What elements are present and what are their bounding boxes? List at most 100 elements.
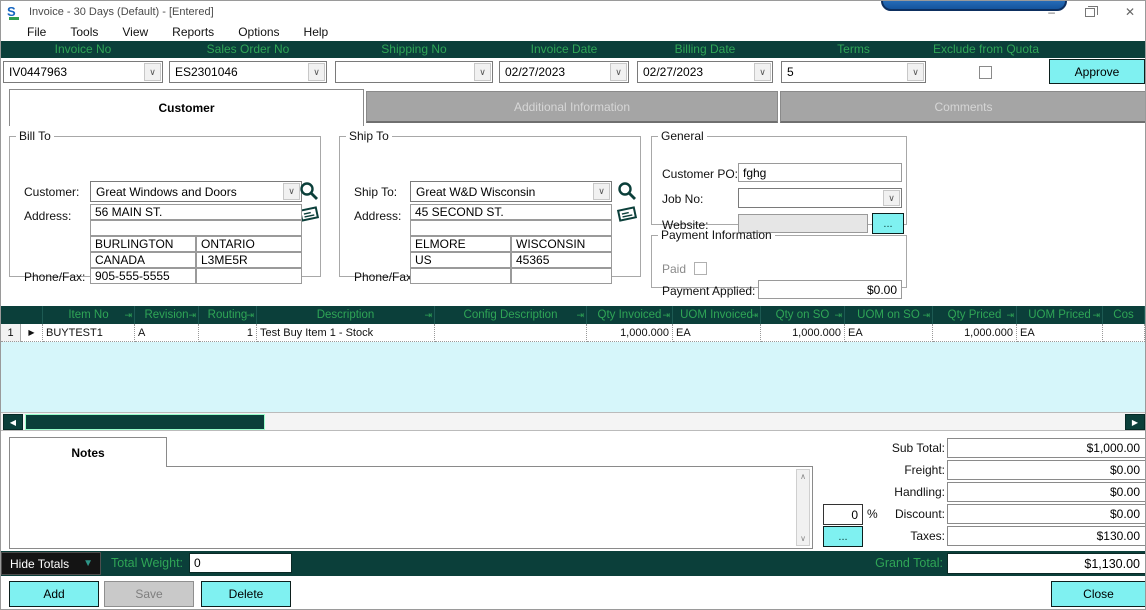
menu-tools[interactable]: Tools (58, 25, 110, 39)
grid-row-1[interactable]: 1 ▶ BUYTEST1 A 1 Test Buy Item 1 - Stock… (1, 324, 1145, 342)
pin-icon[interactable]: ⇥ (424, 310, 432, 321)
grand-total-field[interactable]: $1,130.00 (947, 553, 1146, 574)
bill-address1-field[interactable]: 56 MAIN ST. (90, 204, 302, 220)
scroll-left-icon[interactable]: ◀ (3, 414, 23, 430)
taxes-field[interactable]: $130.00 (947, 526, 1146, 546)
address-card-icon[interactable] (616, 205, 638, 223)
scroll-right-icon[interactable]: ▶ (1125, 414, 1145, 430)
ship-fax-field[interactable] (511, 268, 612, 284)
col-item-no[interactable]: Item No⇥ (43, 306, 135, 324)
pin-icon[interactable]: ⇥ (124, 310, 132, 321)
pin-icon[interactable]: ⇥ (1006, 310, 1014, 321)
cell-description[interactable]: Test Buy Item 1 - Stock (257, 324, 435, 342)
delete-button[interactable]: Delete (201, 581, 291, 607)
col-description[interactable]: Description⇥ (257, 306, 435, 324)
terms-combo[interactable]: 5 ∨ (781, 61, 926, 83)
restore-icon[interactable] (1085, 8, 1095, 17)
cell-qty-on-so[interactable]: 1,000.000 (761, 324, 845, 342)
cell-revision[interactable]: A (135, 324, 199, 342)
col-qty-on-so[interactable]: Qty on SO⇥ (761, 306, 845, 324)
ship-address2-field[interactable] (410, 220, 612, 236)
save-button[interactable]: Save (104, 581, 194, 607)
invoice-no-combo[interactable]: IV0447963 ∨ (3, 61, 163, 83)
cell-item-no[interactable]: BUYTEST1 (43, 324, 135, 342)
bill-country-field[interactable]: CANADA (90, 252, 196, 268)
approve-button[interactable]: Approve (1049, 59, 1145, 84)
row-number-cell[interactable]: 1 (1, 324, 21, 342)
bill-phone-field[interactable]: 905-555-5555 (90, 268, 196, 284)
cell-config-description[interactable] (435, 324, 587, 342)
ship-country-field[interactable]: US (410, 252, 511, 268)
hide-totals-dropdown[interactable]: Hide Totals ▼ (1, 552, 101, 575)
menu-view[interactable]: View (110, 25, 160, 39)
payment-applied-field[interactable]: $0.00 (758, 280, 902, 299)
cell-uom-priced[interactable]: EA (1017, 324, 1103, 342)
col-qty-invoiced[interactable]: Qty Invoiced⇥ (587, 306, 673, 324)
cell-qty-priced[interactable]: 1,000.000 (933, 324, 1017, 342)
bill-fax-field[interactable] (196, 268, 302, 284)
sub-total-field[interactable]: $1,000.00 (947, 438, 1146, 458)
pin-icon[interactable]: ⇥ (1092, 310, 1100, 321)
cell-routing[interactable]: 1 (199, 324, 257, 342)
cell-qty-invoiced[interactable]: 1,000.000 (587, 324, 673, 342)
scrollbar-thumb[interactable] (25, 414, 265, 430)
scroll-down-icon[interactable]: ∨ (800, 534, 806, 543)
col-cost[interactable]: Cos (1103, 306, 1145, 324)
col-config-description[interactable]: Config Description⇥ (435, 306, 587, 324)
sales-order-no-combo[interactable]: ES2301046 ∨ (169, 61, 327, 83)
menu-options[interactable]: Options (226, 25, 291, 39)
menu-help[interactable]: Help (292, 25, 341, 39)
bill-region-field[interactable]: ONTARIO (196, 236, 302, 252)
ship-postal-field[interactable]: 45365 (511, 252, 612, 268)
search-icon[interactable] (298, 181, 320, 203)
menu-file[interactable]: File (15, 25, 58, 39)
tab-notes[interactable]: Notes (9, 437, 167, 467)
handling-field[interactable]: $0.00 (947, 482, 1146, 502)
notes-vertical-scrollbar[interactable]: ∧ ∨ (796, 469, 810, 546)
chevron-down-icon[interactable]: ∨ (883, 190, 900, 206)
scroll-up-icon[interactable]: ∧ (800, 472, 806, 481)
cell-uom-invoiced[interactable]: EA (673, 324, 761, 342)
bill-city-field[interactable]: BURLINGTON (90, 236, 196, 252)
bill-postal-field[interactable]: L3ME5R (196, 252, 302, 268)
chevron-down-icon[interactable]: ∨ (144, 63, 161, 81)
add-button[interactable]: Add (9, 581, 99, 607)
cell-uom-on-so[interactable]: EA (845, 324, 933, 342)
chevron-down-icon[interactable]: ∨ (593, 183, 610, 200)
search-icon[interactable] (616, 181, 638, 203)
ship-phone-field[interactable] (410, 268, 511, 284)
tab-customer[interactable]: Customer (9, 89, 364, 126)
billing-date-picker[interactable]: 02/27/2023 ∨ (637, 61, 773, 83)
job-no-combo[interactable]: ∨ (738, 188, 902, 208)
pin-icon[interactable]: ⇥ (750, 310, 758, 321)
customer-po-field[interactable]: fghg (738, 163, 902, 182)
chevron-down-icon[interactable]: ∨ (610, 63, 627, 81)
col-qty-priced[interactable]: Qty Priced⇥ (933, 306, 1017, 324)
discount-field[interactable]: $0.00 (947, 504, 1146, 524)
ship-region-field[interactable]: WISCONSIN (511, 236, 612, 252)
pin-icon[interactable]: ⇥ (834, 310, 842, 321)
chevron-down-icon[interactable]: ∨ (474, 63, 491, 81)
col-revision[interactable]: Revision⇥ (135, 306, 199, 324)
col-routing[interactable]: Routing⇥ (199, 306, 257, 324)
exclude-from-quota-checkbox[interactable] (979, 66, 992, 79)
invoice-date-picker[interactable]: 02/27/2023 ∨ (499, 61, 629, 83)
close-icon[interactable]: ✕ (1125, 5, 1135, 19)
notes-textarea[interactable]: ∧ ∨ (9, 466, 813, 549)
chevron-down-icon[interactable]: ∨ (308, 63, 325, 81)
col-uom-priced[interactable]: UOM Priced⇥ (1017, 306, 1103, 324)
col-uom-on-so[interactable]: UOM on SO⇥ (845, 306, 933, 324)
close-button[interactable]: Close (1051, 581, 1146, 607)
pin-icon[interactable]: ⇥ (662, 310, 670, 321)
ship-to-combo[interactable]: Great W&D Wisconsin ∨ (410, 181, 612, 202)
bill-address2-field[interactable] (90, 220, 302, 236)
ship-address1-field[interactable]: 45 SECOND ST. (410, 204, 612, 220)
pin-icon[interactable]: ⇥ (188, 310, 196, 321)
col-uom-invoiced[interactable]: UOM Invoiced⇥ (673, 306, 761, 324)
tab-additional-information[interactable]: Additional Information (366, 91, 778, 123)
row-marker-cell[interactable]: ▶ (21, 324, 43, 342)
ship-city-field[interactable]: ELMORE (410, 236, 511, 252)
minimize-icon[interactable]: – (1048, 5, 1055, 19)
freight-field[interactable]: $0.00 (947, 460, 1146, 480)
chevron-down-icon[interactable]: ∨ (754, 63, 771, 81)
